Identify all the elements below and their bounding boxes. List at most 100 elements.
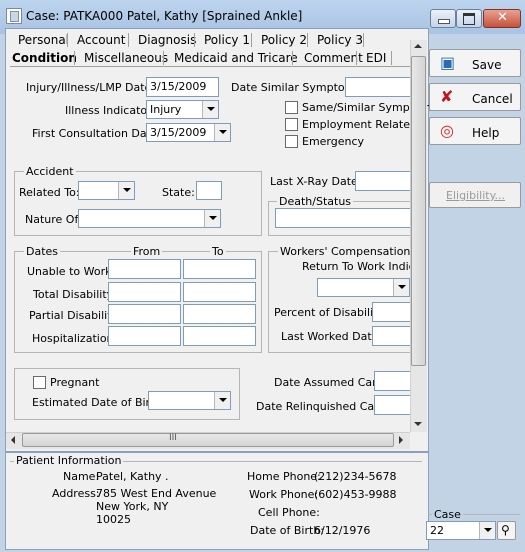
from-column-label: From — [131, 245, 163, 258]
tab-diagnosis[interactable]: Diagnosis — [138, 33, 196, 47]
maximize-icon — [463, 13, 475, 25]
last-xray-field[interactable] — [355, 171, 410, 191]
chevron-down-icon[interactable] — [479, 522, 495, 539]
tab-comment[interactable]: Comment — [304, 51, 363, 65]
emergency-label: Emergency — [302, 135, 365, 148]
first-consult-date-field[interactable]: 3/15/2009 — [146, 123, 231, 142]
tab-edi[interactable]: EDI — [366, 51, 386, 65]
similar-symptoms-date-field[interactable] — [345, 77, 410, 97]
save-button[interactable]: ▣ Save — [429, 49, 521, 77]
search-icon: ⚲ — [501, 523, 510, 537]
state-label: State: — [162, 186, 195, 199]
tab-personal[interactable]: Personal — [18, 33, 69, 47]
chevron-down-icon[interactable] — [202, 101, 218, 118]
patient-name: Patel, Kathy . — [96, 470, 169, 483]
return-to-work-label: Return To Work Indica — [302, 260, 422, 273]
partial-disability-from[interactable] — [108, 304, 181, 324]
chevron-down-icon[interactable] — [204, 210, 220, 227]
date-relinquished-label: Date Relinquished Care: — [256, 400, 389, 413]
workers-comp-title: Workers' Compensation — [278, 245, 413, 258]
date-relinquished-field[interactable] — [374, 395, 410, 415]
tab-divider — [391, 51, 392, 65]
tab-medicaid-tricare[interactable]: Medicaid and Tricare — [174, 51, 298, 65]
nature-of-select[interactable] — [78, 209, 221, 228]
scroll-grip-icon: III — [169, 433, 177, 443]
scroll-down-icon[interactable] — [414, 422, 422, 426]
help-button[interactable]: ◎ Help — [429, 117, 521, 145]
tab-miscellaneous[interactable]: Miscellaneous — [84, 51, 168, 65]
related-to-select[interactable] — [78, 181, 135, 200]
vertical-scroll-thumb[interactable] — [411, 56, 426, 366]
last-worked-field[interactable] — [372, 326, 410, 346]
return-to-work-select[interactable] — [317, 278, 410, 297]
chevron-down-icon[interactable] — [214, 392, 230, 409]
partial-disability-to[interactable] — [183, 304, 256, 324]
total-disability-to[interactable] — [183, 282, 256, 302]
dob-label: Date of Birth: — [250, 524, 325, 537]
eligibility-button[interactable]: Eligibility... — [429, 182, 521, 208]
injury-date-label: Injury/Illness/LMP Date: — [26, 81, 155, 94]
illness-indicator-select[interactable]: Injury — [146, 100, 219, 119]
case-search-button[interactable]: ⚲ — [497, 521, 516, 540]
est-birth-date-field[interactable] — [148, 391, 231, 410]
tab-policy-2[interactable]: Policy 2 — [261, 33, 307, 47]
total-disability-label: Total Disability: — [33, 288, 117, 301]
cancel-x-icon: ✘ — [440, 87, 454, 106]
percent-disability-field[interactable] — [372, 302, 410, 322]
horizontal-scroll-thumb[interactable]: III — [22, 433, 394, 447]
state-field[interactable] — [196, 181, 222, 200]
scroll-right-icon[interactable] — [399, 436, 403, 444]
date-assumed-field[interactable] — [374, 371, 410, 391]
to-column-label: To — [210, 245, 226, 258]
tab-divider — [307, 33, 308, 47]
tab-divider — [67, 33, 68, 47]
est-birth-label: Estimated Date of Birth: — [32, 396, 166, 409]
hospitalization-to[interactable] — [183, 326, 256, 346]
illness-indicator-value: Injury — [150, 103, 182, 116]
hospitalization-from[interactable] — [108, 326, 181, 346]
scroll-left-icon[interactable] — [11, 436, 15, 444]
tab-divider — [292, 51, 293, 65]
tab-policy-1[interactable]: Policy 1 — [204, 33, 250, 47]
injury-date-field[interactable]: 3/15/2009 — [146, 77, 219, 97]
percent-disability-label: Percent of Disability: — [274, 306, 387, 319]
pregnant-checkbox[interactable] — [33, 376, 46, 389]
save-icon: ▣ — [440, 53, 456, 72]
minimize-button[interactable] — [430, 9, 456, 28]
same-similar-checkbox[interactable] — [285, 101, 298, 114]
case-select[interactable]: 22 — [426, 521, 496, 540]
close-button[interactable]: ✕ — [483, 9, 521, 28]
unable-to-work-from[interactable] — [108, 259, 181, 279]
tab-policy-3[interactable]: Policy 3 — [317, 33, 363, 47]
patient-address-line1: 785 West End Avenue — [96, 487, 217, 500]
tab-condition[interactable]: Condition — [12, 51, 77, 65]
maximize-button[interactable] — [456, 9, 482, 28]
tab-account[interactable]: Account — [77, 33, 125, 47]
dates-group-title: Dates — [24, 245, 61, 258]
total-disability-from[interactable] — [108, 282, 181, 302]
window-icon — [6, 8, 22, 24]
tab-divider — [363, 33, 364, 47]
patient-name-label: Name: — [63, 470, 100, 483]
case-value: 22 — [430, 524, 444, 537]
first-consult-value: 3/15/2009 — [150, 126, 207, 139]
minimize-icon — [438, 19, 450, 24]
case-label: Case — [432, 508, 463, 521]
chevron-down-icon[interactable] — [118, 182, 134, 199]
tab-content-border — [10, 66, 410, 67]
death-status-title: Death/Status — [277, 195, 354, 208]
chevron-down-icon[interactable] — [214, 124, 230, 141]
chevron-down-icon[interactable] — [393, 279, 409, 296]
tab-divider — [128, 33, 129, 47]
cancel-button[interactable]: ✘ Cancel — [429, 83, 521, 111]
death-status-field[interactable] — [275, 208, 410, 228]
lifebuoy-icon: ◎ — [440, 121, 454, 140]
home-phone: (212)234-5678 — [314, 470, 397, 483]
scroll-up-icon[interactable] — [414, 44, 422, 48]
dob: 6/12/1976 — [314, 524, 371, 537]
unable-to-work-to[interactable] — [183, 259, 256, 279]
employment-related-checkbox[interactable] — [285, 118, 298, 131]
last-xray-label: Last X-Ray Date: — [270, 175, 362, 188]
emergency-checkbox[interactable] — [285, 135, 298, 148]
illness-indicator-label: Illness Indicator: — [65, 104, 156, 117]
